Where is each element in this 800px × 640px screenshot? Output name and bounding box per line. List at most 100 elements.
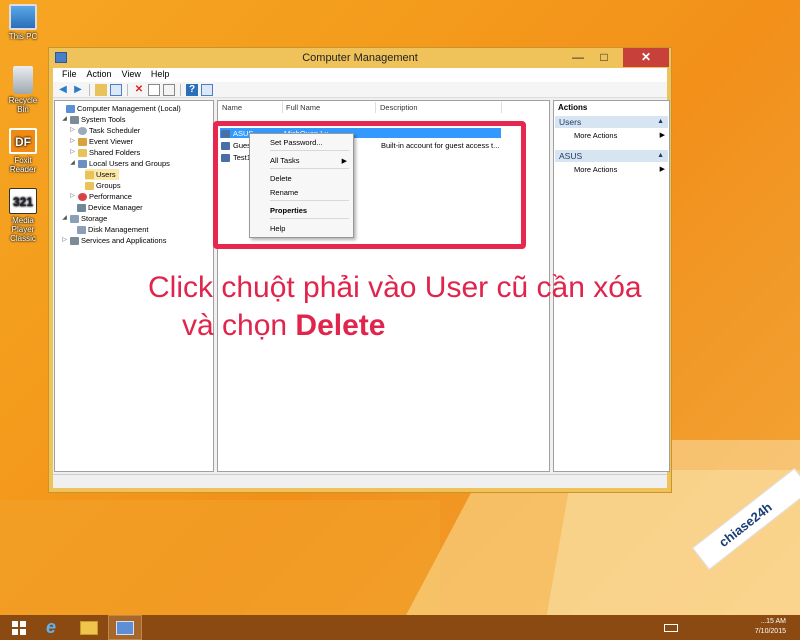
tree-item-device-manager[interactable]: Device Manager [77,202,143,213]
computer-icon [66,104,75,113]
column-separator[interactable] [375,102,376,113]
tree-item-users[interactable]: Users [85,169,119,180]
column-separator[interactable] [501,102,502,113]
tree-item-computer-management[interactable]: Computer Management (Local) [57,103,181,114]
expand-arrow-icon[interactable]: ▷ [69,147,76,158]
up-folder-icon[interactable] [95,83,107,96]
tree-item-storage[interactable]: ◢ Storage [61,213,107,224]
folder-icon [85,170,94,179]
forward-arrow-icon[interactable]: ▶ [72,84,84,96]
tree-item-label: Groups [96,181,121,190]
tree-item-disk-management[interactable]: Disk Management [77,224,148,235]
tools-icon [70,115,79,124]
tree-item-label: Shared Folders [89,148,141,157]
minimize-button[interactable]: — [565,48,591,67]
wallpaper-shape [0,500,440,620]
clock-date: 7/10/2015 [754,628,786,635]
annotation-bold-text: Delete [295,309,386,342]
column-header-full-name[interactable]: Full Name [286,103,320,112]
performance-icon [78,192,87,201]
clock-time: ...15 AM [760,618,786,625]
export-icon[interactable] [163,83,175,96]
expand-arrow-icon[interactable]: ▷ [69,125,76,136]
collapse-caret-icon[interactable]: ▲ [657,150,664,162]
actions-header: Actions [558,103,588,112]
column-separator[interactable] [282,102,283,113]
start-button[interactable] [2,615,36,640]
storage-icon [70,214,79,223]
desktop-icon-label: This PC [8,32,38,41]
tree-item-services-applications[interactable]: ▷ Services and Applications [61,235,166,246]
desktop-icon-label: Recycle Bin [8,96,38,114]
tree-item-task-scheduler[interactable]: ▷ Task Scheduler [69,125,140,136]
clock[interactable]: ...15 AM 7/10/2015 [726,617,786,637]
tree-item-system-tools[interactable]: ◢ System Tools [61,114,125,125]
disk-icon [77,225,86,234]
tree-item-label: Computer Management (Local) [77,104,181,113]
properties-icon[interactable] [148,83,160,96]
section-title: ASUS [559,151,583,161]
menu-bar: File Action View Help [53,68,667,82]
taskbar-internet-explorer[interactable]: e [34,615,68,640]
expand-arrow-icon[interactable]: ▷ [69,191,76,202]
highlight-box [213,121,526,249]
desktop-icon-media-player[interactable]: 321 Media Player Classic [2,188,44,243]
annotation-text: và chọn [182,309,296,342]
status-bar [53,474,667,488]
menu-help[interactable]: Help [146,68,175,82]
keyboard-glyph [664,623,678,632]
actions-section-asus[interactable]: ASUS ▲ [555,150,668,162]
computer-management-taskbar-icon [116,620,134,635]
users-icon [78,159,87,168]
more-actions-label: More Actions [574,131,618,140]
foxit-reader-icon: DF [9,128,37,154]
tree-item-label: Performance [89,192,132,201]
event-viewer-icon [78,137,87,146]
services-icon [70,236,79,245]
desktop-icon-recycle-bin[interactable]: Recycle Bin [2,66,44,114]
folder-icon [85,181,94,190]
column-header-name[interactable]: Name [222,103,242,112]
actions-section-users[interactable]: Users ▲ [555,116,668,128]
expand-arrow-icon[interactable]: ▷ [69,136,76,147]
help-icon[interactable]: ? [186,83,198,96]
desktop-icon-foxit-reader[interactable]: DF Foxit Reader [2,128,44,174]
menu-action[interactable]: Action [82,68,117,82]
expand-arrow-icon[interactable]: ▷ [61,235,68,246]
menu-view[interactable]: View [117,68,146,82]
tree-item-label: Storage [81,214,108,223]
taskbar-computer-management[interactable] [108,615,142,640]
tree-item-groups[interactable]: Groups [85,180,121,191]
tree-item-local-users-groups[interactable]: ◢ Local Users and Groups [69,158,170,169]
show-hide-tree-icon[interactable] [110,83,122,96]
this-pc-icon [9,4,37,30]
close-button[interactable]: ✕ [623,48,669,67]
tree-item-label: Device Manager [88,203,143,212]
collapse-caret-icon[interactable]: ▲ [657,116,664,128]
collapse-arrow-icon[interactable]: ◢ [61,114,68,125]
tree-item-shared-folders[interactable]: ▷ Shared Folders [69,147,140,158]
tree-item-event-viewer[interactable]: ▷ Event Viewer [69,136,133,147]
computer-management-icon [55,52,67,63]
collapse-arrow-icon[interactable]: ◢ [69,158,76,169]
column-header-description[interactable]: Description [380,103,418,112]
clock-icon [78,126,87,135]
title-bar[interactable]: Computer Management — □ ✕ [49,48,671,68]
tree-item-label: Disk Management [88,225,149,234]
desktop-icon-label: Foxit Reader [9,156,37,174]
more-actions-asus[interactable]: More Actions ▶ [574,164,665,175]
taskbar-file-explorer[interactable] [72,615,106,640]
tree-item-performance[interactable]: ▷ Performance [69,191,132,202]
more-actions-users[interactable]: More Actions ▶ [574,130,665,141]
console-tree-icon[interactable] [201,83,213,96]
delete-x-icon[interactable]: ✕ [133,84,145,96]
menu-file[interactable]: File [57,68,82,82]
device-manager-icon [77,203,86,212]
maximize-button[interactable]: □ [591,48,617,67]
keyboard-icon[interactable] [660,615,682,640]
computer-management-window: Computer Management — □ ✕ File Action Vi… [48,47,672,493]
collapse-arrow-icon[interactable]: ◢ [61,213,68,224]
tree-item-label: Event Viewer [89,137,134,146]
desktop-icon-this-pc[interactable]: This PC [2,4,44,41]
back-arrow-icon[interactable]: ◀ [57,84,69,96]
